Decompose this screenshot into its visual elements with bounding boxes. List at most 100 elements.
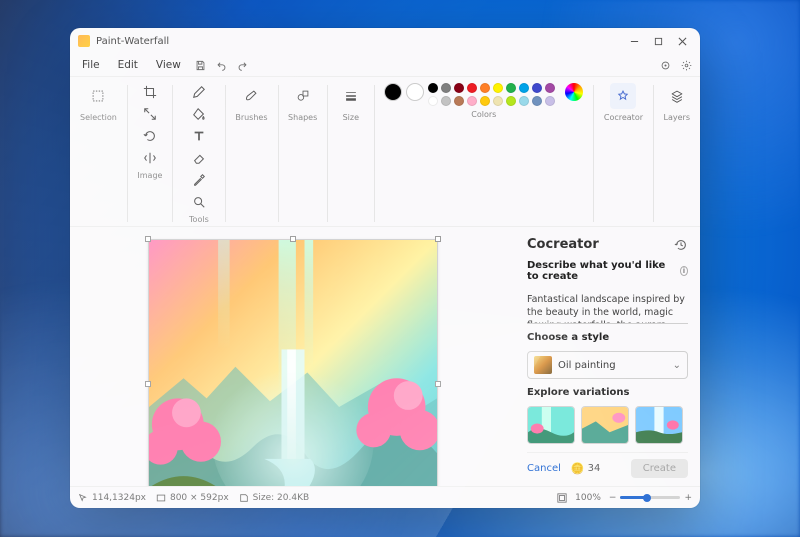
- palette-swatch[interactable]: [428, 96, 438, 106]
- selection-tool[interactable]: [85, 83, 111, 109]
- canvas-area[interactable]: [70, 227, 515, 486]
- rotate-icon[interactable]: [141, 127, 159, 145]
- palette-swatch[interactable]: [480, 83, 490, 93]
- label-colors: Colors: [471, 110, 496, 119]
- brush-tool[interactable]: [238, 83, 264, 109]
- palette-swatch[interactable]: [493, 83, 503, 93]
- variation-thumb[interactable]: [635, 406, 683, 444]
- pencil-icon[interactable]: [190, 83, 208, 101]
- palette-swatch[interactable]: [506, 96, 516, 106]
- coin-icon: 🪙: [571, 462, 585, 475]
- save-icon[interactable]: [191, 58, 210, 73]
- layers-button[interactable]: [664, 83, 690, 109]
- resize-handle[interactable]: [290, 236, 296, 242]
- resize-handle[interactable]: [435, 381, 441, 387]
- label-shapes: Shapes: [288, 113, 317, 122]
- style-dropdown[interactable]: Oil painting ⌄: [527, 351, 688, 379]
- redo-icon[interactable]: [233, 58, 252, 73]
- group-image: Image: [133, 83, 166, 180]
- history-icon[interactable]: [674, 238, 688, 252]
- close-button[interactable]: [670, 31, 694, 51]
- menu-edit[interactable]: Edit: [110, 57, 146, 73]
- zoom-in-icon[interactable]: +: [684, 493, 692, 503]
- minimize-button[interactable]: [622, 31, 646, 51]
- explore-label: Explore variations: [527, 387, 688, 398]
- create-button[interactable]: Create: [631, 459, 688, 478]
- palette-swatch[interactable]: [519, 83, 529, 93]
- color1-swatch[interactable]: [384, 83, 402, 101]
- style-label: Choose a style: [527, 332, 688, 343]
- size-tool[interactable]: [338, 83, 364, 109]
- palette-swatch[interactable]: [545, 83, 555, 93]
- paint-window: Paint - Waterfall File Edit View Selecti…: [70, 28, 700, 508]
- magnifier-icon[interactable]: [190, 193, 208, 211]
- label-selection: Selection: [80, 113, 117, 122]
- cocreator-title: Cocreator: [527, 237, 599, 252]
- palette-swatch[interactable]: [441, 96, 451, 106]
- info-icon[interactable]: i: [680, 266, 688, 276]
- group-tools: Tools: [179, 83, 219, 224]
- undo-icon[interactable]: [212, 58, 231, 73]
- canvas-size: 800 × 592px: [156, 493, 229, 503]
- cancel-button[interactable]: Cancel: [527, 463, 561, 474]
- variation-thumb[interactable]: [581, 406, 629, 444]
- eraser-icon[interactable]: [190, 149, 208, 167]
- zoom-slider[interactable]: − +: [609, 493, 692, 503]
- palette-swatch[interactable]: [519, 96, 529, 106]
- edit-colors-icon[interactable]: [565, 83, 583, 101]
- palette-swatch[interactable]: [467, 83, 477, 93]
- palette-swatch[interactable]: [441, 83, 451, 93]
- bucket-icon[interactable]: [190, 105, 208, 123]
- menu-view[interactable]: View: [148, 57, 189, 73]
- resize-handle[interactable]: [435, 236, 441, 242]
- palette-swatch[interactable]: [454, 83, 464, 93]
- crop-icon[interactable]: [141, 83, 159, 101]
- variation-thumb[interactable]: [527, 406, 575, 444]
- style-thumb: [534, 356, 552, 374]
- canvas[interactable]: [148, 239, 438, 486]
- eyedropper-icon[interactable]: [190, 171, 208, 189]
- maximize-button[interactable]: [646, 31, 670, 51]
- palette-swatch[interactable]: [545, 96, 555, 106]
- fit-to-window-icon[interactable]: [557, 493, 567, 503]
- workspace: Cocreator Describe what you'd like to cr…: [70, 227, 700, 486]
- cocreator-button[interactable]: [610, 83, 636, 109]
- group-layers: Layers: [660, 83, 694, 122]
- palette-swatch[interactable]: [493, 96, 503, 106]
- cursor-position: 114,1324px: [78, 493, 146, 503]
- palette-swatch[interactable]: [454, 96, 464, 106]
- palette-swatch[interactable]: [428, 83, 438, 93]
- flip-icon[interactable]: [141, 149, 159, 167]
- label-size: Size: [343, 113, 359, 122]
- window-title-app: Paint: [96, 36, 121, 47]
- color2-swatch[interactable]: [406, 83, 424, 101]
- palette-swatch[interactable]: [532, 83, 542, 93]
- palette-swatch[interactable]: [480, 96, 490, 106]
- resize-handle[interactable]: [145, 381, 151, 387]
- group-size: Size: [334, 83, 368, 122]
- ribbon: Selection Image Tools: [70, 76, 700, 227]
- titlebar: Paint - Waterfall: [70, 28, 700, 54]
- panel-footer: Cancel 🪙 34 Create: [527, 452, 688, 478]
- text-icon[interactable]: [190, 127, 208, 145]
- menu-file[interactable]: File: [74, 57, 108, 73]
- prompt-input[interactable]: [527, 290, 688, 324]
- resize-handle[interactable]: [145, 236, 151, 242]
- statusbar: 114,1324px 800 × 592px Size: 20.4KB 100%…: [70, 486, 700, 508]
- group-shapes: Shapes: [284, 83, 321, 122]
- group-colors: Colors: [380, 83, 587, 119]
- style-value: Oil painting: [558, 360, 616, 371]
- settings-icon[interactable]: [677, 58, 696, 73]
- shapes-tool[interactable]: [290, 83, 316, 109]
- group-cocreator: Cocreator: [600, 83, 647, 122]
- label-layers: Layers: [664, 113, 690, 122]
- cocreator-panel: Cocreator Describe what you'd like to cr…: [515, 227, 700, 486]
- palette-swatch[interactable]: [467, 96, 477, 106]
- palette-swatch[interactable]: [506, 83, 516, 93]
- label-image: Image: [137, 171, 162, 180]
- copilot-icon[interactable]: [656, 58, 675, 73]
- resize-icon[interactable]: [141, 105, 159, 123]
- palette-swatch[interactable]: [532, 96, 542, 106]
- color-palette[interactable]: [428, 83, 555, 106]
- zoom-out-icon[interactable]: −: [609, 493, 617, 503]
